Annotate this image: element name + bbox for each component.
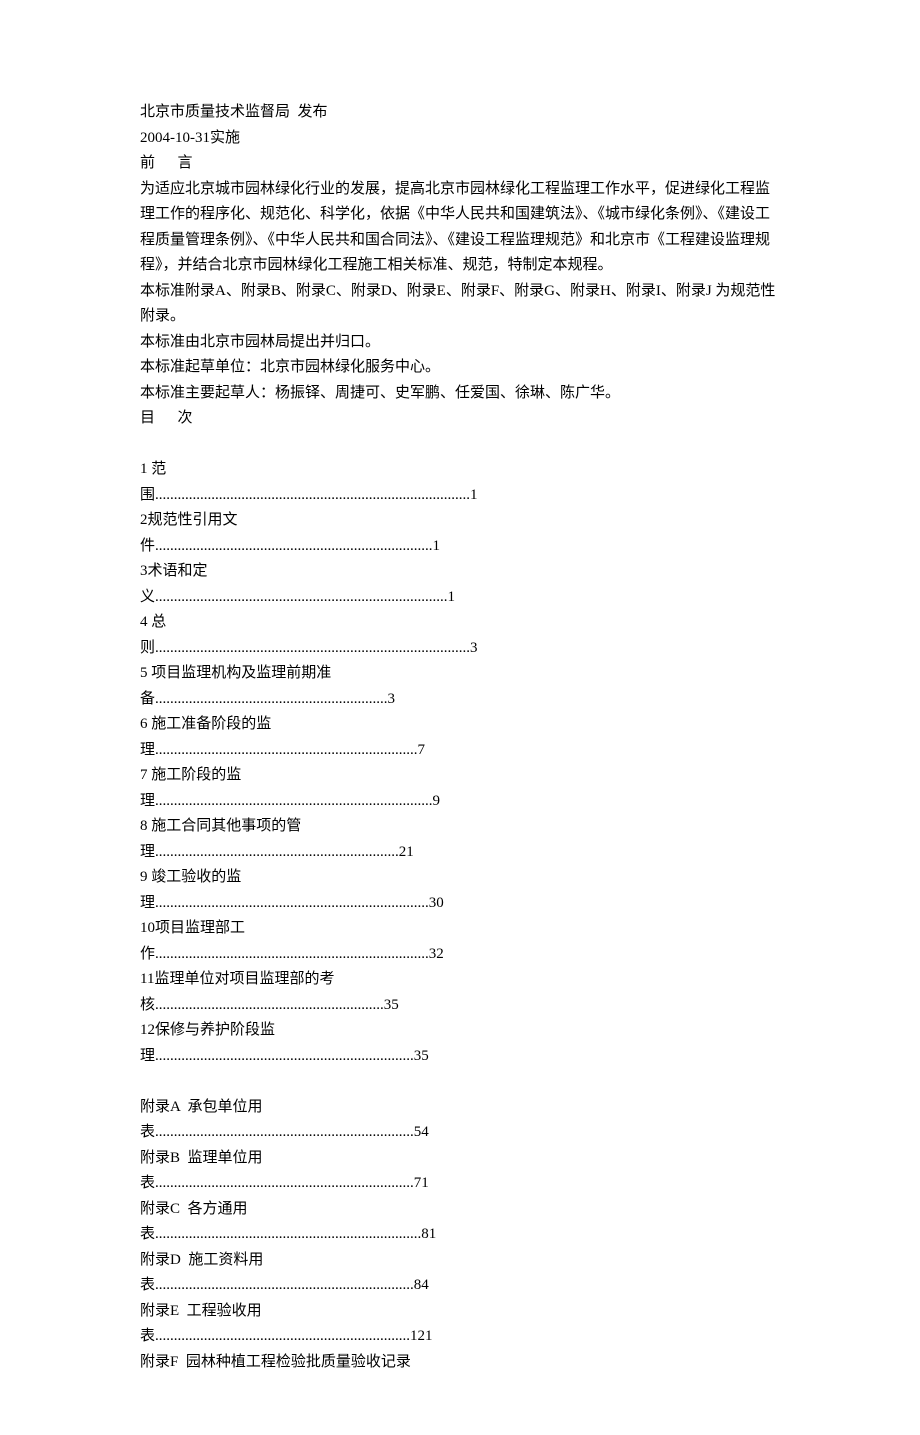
toc-entry: 围.......................................… bbox=[140, 483, 780, 509]
toc-entry: 表.......................................… bbox=[140, 1222, 780, 1248]
toc-entry: 10项目监理部工 bbox=[140, 916, 780, 942]
toc-entry: 表.......................................… bbox=[140, 1171, 780, 1197]
toc-entry: 则.......................................… bbox=[140, 636, 780, 662]
toc-entry: 8 施工合同其他事项的管 bbox=[140, 814, 780, 840]
toc-entry: 表.......................................… bbox=[140, 1273, 780, 1299]
blank-line bbox=[140, 1069, 780, 1095]
toc-entry: 2规范性引用文 bbox=[140, 508, 780, 534]
preface-title: 前 言 bbox=[140, 151, 780, 177]
preface-paragraph: 为适应北京城市园林绿化行业的发展，提高北京市园林绿化工程监理工作水平，促进绿化工… bbox=[140, 177, 780, 279]
toc-entry: 附录C 各方通用 bbox=[140, 1197, 780, 1223]
toc-entry: 附录B 监理单位用 bbox=[140, 1146, 780, 1172]
toc-entry: 理.......................................… bbox=[140, 891, 780, 917]
toc-entry: 4 总 bbox=[140, 610, 780, 636]
toc-entry: 3术语和定 bbox=[140, 559, 780, 585]
implementation-date: 2004-10-31实施 bbox=[140, 126, 780, 152]
toc-entry: 表.......................................… bbox=[140, 1324, 780, 1350]
toc-entry: 6 施工准备阶段的监 bbox=[140, 712, 780, 738]
toc-entry: 理.......................................… bbox=[140, 789, 780, 815]
toc-entry: 理.......................................… bbox=[140, 1044, 780, 1070]
toc-entry: 附录A 承包单位用 bbox=[140, 1095, 780, 1121]
toc-entry: 理.......................................… bbox=[140, 840, 780, 866]
contents-title: 目 次 bbox=[140, 406, 780, 432]
toc-entry: 11监理单位对项目监理部的考 bbox=[140, 967, 780, 993]
toc-entry: 7 施工阶段的监 bbox=[140, 763, 780, 789]
document-page: 北京市质量技术监督局 发布 2004-10-31实施 前 言 为适应北京城市园林… bbox=[70, 0, 850, 1435]
toc-entry: 12保修与养护阶段监 bbox=[140, 1018, 780, 1044]
preface-paragraph: 本标准主要起草人：杨振铎、周捷可、史军鹏、任爱国、徐琳、陈广华。 bbox=[140, 381, 780, 407]
toc-entry: 9 竣工验收的监 bbox=[140, 865, 780, 891]
toc-entry: 1 范 bbox=[140, 457, 780, 483]
issuer-line: 北京市质量技术监督局 发布 bbox=[140, 100, 780, 126]
preface-paragraph: 本标准起草单位：北京市园林绿化服务中心。 bbox=[140, 355, 780, 381]
blank-line bbox=[140, 432, 780, 458]
toc-entry: 5 项目监理机构及监理前期准 bbox=[140, 661, 780, 687]
toc-entry: 附录D 施工资料用 bbox=[140, 1248, 780, 1274]
preface-paragraph: 本标准由北京市园林局提出并归口。 bbox=[140, 330, 780, 356]
toc-entry: 附录E 工程验收用 bbox=[140, 1299, 780, 1325]
toc-entry: 核.......................................… bbox=[140, 993, 780, 1019]
toc-entry: 表.......................................… bbox=[140, 1120, 780, 1146]
preface-paragraph: 本标准附录A、附录B、附录C、附录D、附录E、附录F、附录G、附录H、附录I、附… bbox=[140, 279, 780, 330]
toc-entry: 理.......................................… bbox=[140, 738, 780, 764]
toc-entry: 备.......................................… bbox=[140, 687, 780, 713]
toc-entry: 作.......................................… bbox=[140, 942, 780, 968]
toc-entry: 附录F 园林种植工程检验批质量验收记录 bbox=[140, 1350, 780, 1376]
toc-entry: 义.......................................… bbox=[140, 585, 780, 611]
toc-entry: 件.......................................… bbox=[140, 534, 780, 560]
